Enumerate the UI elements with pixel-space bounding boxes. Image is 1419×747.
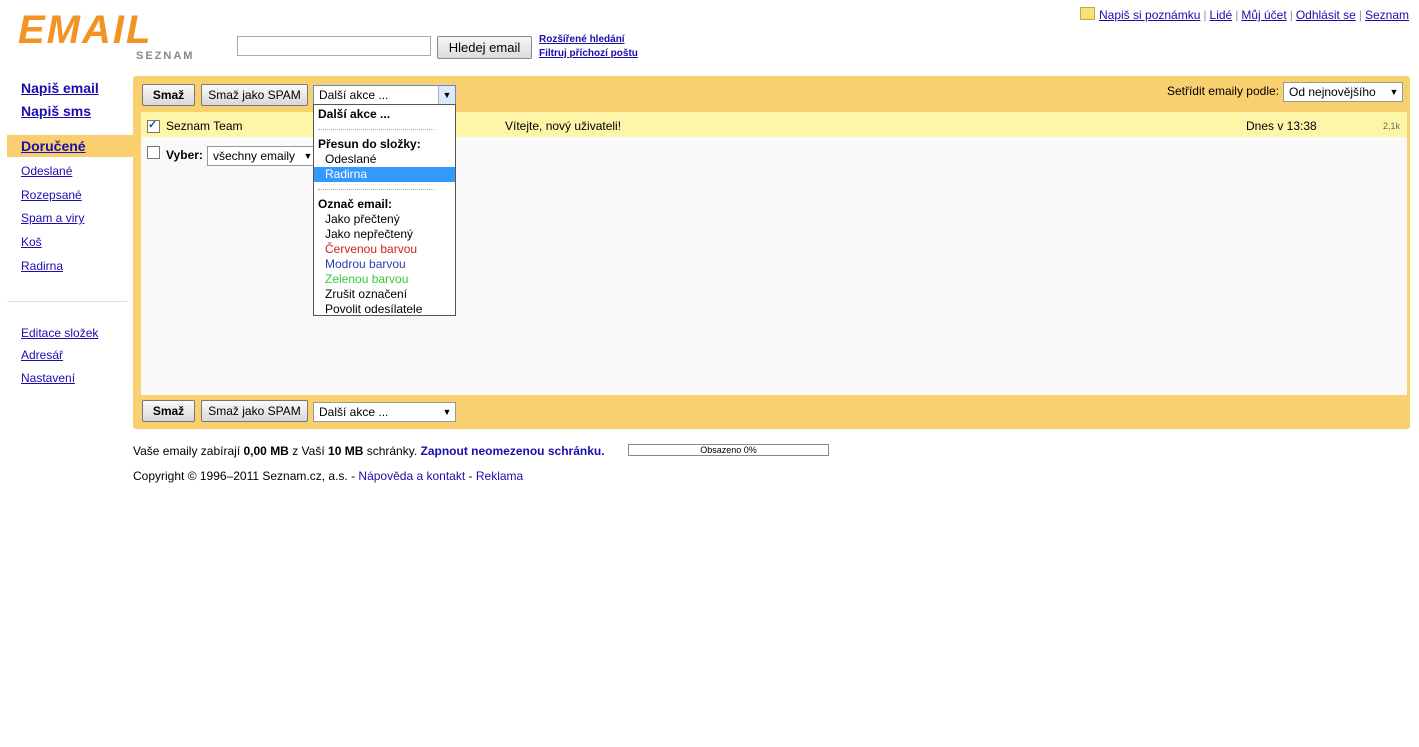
delete-button[interactable]: Smaž [142, 84, 195, 106]
mark-option-unread[interactable]: Jako nepřečtený [314, 227, 455, 242]
mark-option-clear[interactable]: Zrušit označení [314, 287, 455, 302]
storage-progress-bar: Obsazeno 0% [628, 444, 829, 456]
dropdown-divider [318, 129, 434, 130]
sidebar-item-spam[interactable]: Spam a viry [21, 211, 84, 225]
move-option-sent[interactable]: Odeslané [314, 152, 455, 167]
mark-option-blue[interactable]: Modrou barvou [314, 257, 455, 272]
select-filter-select[interactable]: všechny emaily ▼ [207, 146, 317, 166]
delete-button-bottom[interactable]: Smaž [142, 400, 195, 422]
sidebar-item-inbox[interactable]: Doručené [21, 138, 86, 154]
select-filter-value: všechny emaily [213, 149, 296, 163]
sidebar-item-sent[interactable]: Odeslané [21, 164, 72, 178]
sort-select[interactable]: Od nejnovějšího ▼ [1283, 82, 1403, 102]
footer-separator: - [468, 469, 473, 483]
storage-text-after: schránky. [366, 444, 418, 458]
message-size: 2,1k [1383, 121, 1401, 131]
move-group-label: Přesun do složky: [318, 137, 421, 151]
write-email-link[interactable]: Napiš email [21, 80, 99, 96]
select-label: Vyber: [166, 148, 203, 162]
delete-spam-button-bottom[interactable]: Smaž jako SPAM [201, 400, 308, 422]
top-navigation: Napiš si poznámku | Lidé | Můj účet | Odhlásit… [1080, 7, 1409, 22]
mark-group-label: Označ email: [318, 197, 393, 211]
mark-option-allow-sender[interactable]: Povolit odesílatele [314, 302, 455, 317]
more-actions-select[interactable]: Další akce ... ▼ [313, 85, 456, 105]
sort-value: Od nejnovějšího [1289, 85, 1376, 99]
copyright-text: Copyright © 1996–2011 Seznam.cz, a.s. - [133, 469, 356, 483]
chevron-down-icon: ▼ [442, 407, 452, 417]
advanced-search-link[interactable]: Rozšířené hledání [539, 34, 625, 45]
filter-mail-link[interactable]: Filtruj příchozí poštu [539, 48, 638, 59]
logo-subtitle: SEZNAM [136, 50, 195, 62]
sidebar-item-address-book[interactable]: Adresář [21, 348, 63, 362]
mark-option-red[interactable]: Červenou barvou [314, 242, 455, 257]
nav-separator: | [1358, 8, 1362, 22]
nav-separator: | [1289, 8, 1293, 22]
sidebar-item-trash[interactable]: Koš [21, 235, 42, 249]
email-logo[interactable]: EMAIL SEZNAM [8, 6, 195, 62]
mark-option-green[interactable]: Zelenou barvou [314, 272, 455, 287]
storage-progress-label: Obsazeno 0% [700, 445, 757, 455]
nav-separator: | [1235, 8, 1239, 22]
delete-spam-button[interactable]: Smaž jako SPAM [201, 84, 308, 106]
move-option-radirna[interactable]: Radirna [314, 167, 455, 182]
storage-total: 10 MB [328, 444, 364, 458]
storage-info: Vaše emaily zabírají 0,00 MB z Vaší 10 M… [133, 444, 605, 458]
my-account-link[interactable]: Můj účet [1241, 8, 1286, 22]
sidebar-item-edit-folders[interactable]: Editace složek [21, 326, 98, 340]
sidebar-item-drafts[interactable]: Rozepsané [21, 188, 82, 202]
note-icon [1080, 7, 1095, 20]
more-actions-dropdown: Další akce ... Přesun do složky: Odeslan… [313, 104, 456, 316]
sort-label: Setřídit emaily podle: [1166, 84, 1279, 98]
message-sender[interactable]: Seznam Team [166, 119, 242, 133]
search-input[interactable] [237, 36, 431, 56]
dropdown-header[interactable]: Další akce ... [314, 107, 390, 122]
unlimited-mailbox-link[interactable]: Zapnout neomezenou schránku. [421, 444, 605, 458]
storage-text-mid: z Vaší [292, 444, 325, 458]
footer: Copyright © 1996–2011 Seznam.cz, a.s. - … [133, 469, 523, 483]
message-date: Dnes v 13:38 [1246, 119, 1317, 133]
select-all-checkbox[interactable] [147, 146, 160, 159]
help-contact-link[interactable]: Nápověda a kontakt [358, 469, 465, 483]
message-checkbox[interactable] [147, 118, 160, 133]
logout-link[interactable]: Odhlásit se [1296, 8, 1356, 22]
more-actions-value-bottom: Další akce ... [319, 405, 389, 419]
seznam-link[interactable]: Seznam [1365, 8, 1409, 22]
sidebar-item-radirna[interactable]: Radirna [21, 259, 63, 273]
storage-used: 0,00 MB [243, 444, 289, 458]
more-actions-select-bottom[interactable]: Další akce ... ▼ [313, 402, 456, 422]
storage-text-before: Vaše emaily zabírají [133, 444, 241, 458]
dropdown-divider [318, 189, 434, 190]
write-sms-link[interactable]: Napiš sms [21, 103, 91, 119]
people-link[interactable]: Lidé [1210, 8, 1233, 22]
sidebar-item-settings[interactable]: Nastavení [21, 371, 75, 385]
nav-separator: | [1203, 8, 1207, 22]
ads-link[interactable]: Reklama [476, 469, 523, 483]
mark-option-read[interactable]: Jako přečtený [314, 212, 455, 227]
search-button[interactable]: Hledej email [437, 36, 532, 59]
logo-text: EMAIL [18, 8, 153, 52]
write-note-link[interactable]: Napiš si poznámku [1099, 8, 1200, 22]
message-subject[interactable]: Vítejte, nový uživateli! [505, 119, 621, 133]
chevron-down-icon: ▼ [1389, 87, 1399, 97]
sidebar-divider [7, 301, 127, 302]
more-actions-value: Další akce ... [319, 88, 389, 102]
chevron-down-icon: ▼ [438, 86, 455, 104]
